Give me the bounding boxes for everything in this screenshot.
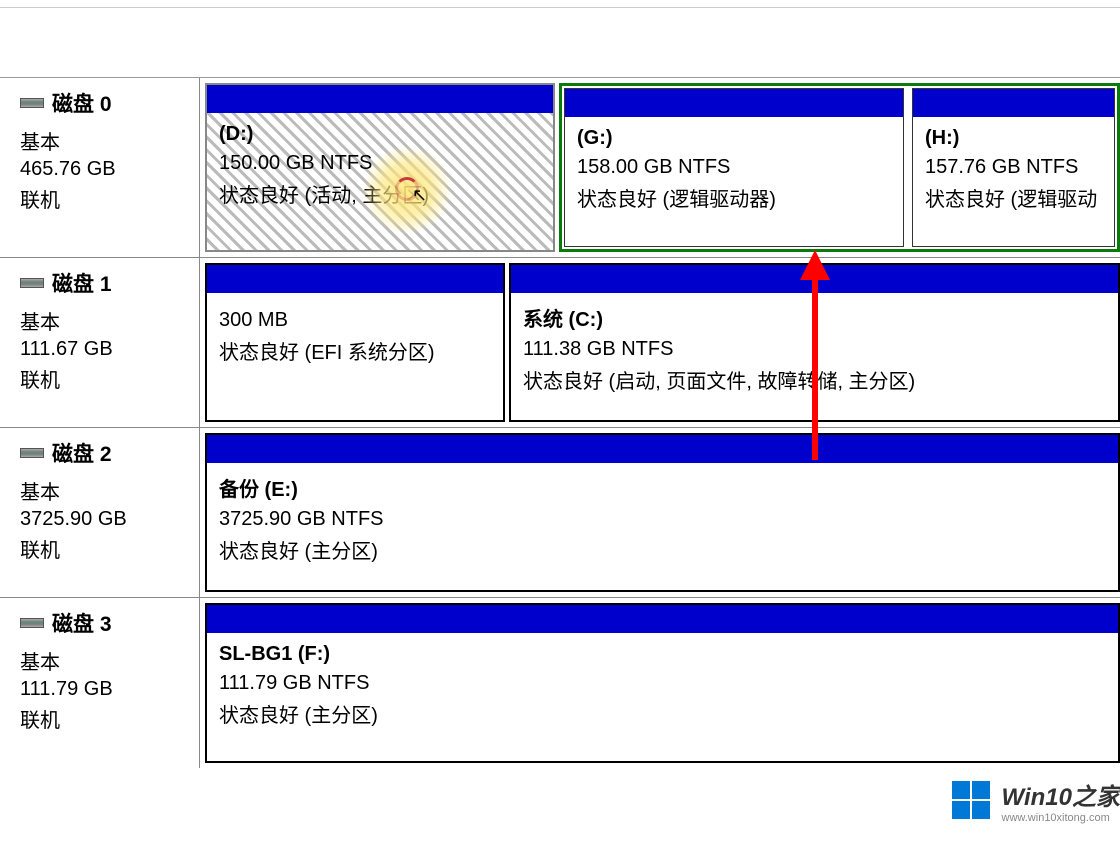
partition-size: 3725.90 GB NTFS [219,508,1106,531]
extended-partition-container: (G:) 158.00 GB NTFS 状态良好 (逻辑驱动器) (H:) 15… [559,83,1120,252]
disk-status-label: 联机 [20,534,183,563]
watermark-title: Win10之家 [1002,777,1120,812]
partition-status: 状态良好 (逻辑驱动 [925,183,1102,212]
partition-header-bar [207,435,1118,463]
partition-label: 备份 (E:) [219,473,1106,502]
disk-drive-icon [20,618,44,628]
partition-size: 150.00 GB NTFS [219,152,541,175]
partition-status: 状态良好 (主分区) [219,535,1106,564]
disk-size-label: 3725.90 GB [20,508,183,531]
disk-name: 磁盘 1 [52,268,112,298]
disk-row: 磁盘 1 基本 111.67 GB 联机 300 MB 状态良好 (EFI 系统… [0,258,1120,428]
partition-area: 300 MB 状态良好 (EFI 系统分区) 系统 (C:) 111.38 GB… [200,258,1120,427]
partition-area: 备份 (E:) 3725.90 GB NTFS 状态良好 (主分区) [200,428,1120,597]
disk-info-panel[interactable]: 磁盘 1 基本 111.67 GB 联机 [0,258,200,427]
disk-size-label: 111.79 GB [20,678,183,701]
disk-row: 磁盘 0 基本 465.76 GB 联机 (D:) 150.00 GB NTFS… [0,78,1120,258]
disk-type-label: 基本 [20,126,183,155]
header-area [0,8,1120,78]
partition-header-bar [207,265,503,293]
disk-status-label: 联机 [20,704,183,733]
disk-name: 磁盘 3 [52,608,112,638]
watermark-url: www.win10xitong.com [1002,812,1120,824]
partition-status: 状态良好 (主分区) [219,699,1106,728]
disk-list: 磁盘 0 基本 465.76 GB 联机 (D:) 150.00 GB NTFS… [0,78,1120,768]
partition-size: 157.76 GB NTFS [925,156,1102,179]
disk-drive-icon [20,448,44,458]
partition-d[interactable]: (D:) 150.00 GB NTFS 状态良好 (活动, 主分区) ↖ [205,83,555,252]
partition-status: 状态良好 (EFI 系统分区) [219,336,491,365]
disk-name: 磁盘 2 [52,438,112,468]
partition-label: (H:) [925,127,1102,150]
partition-status: 状态良好 (逻辑驱动器) [577,183,891,212]
partition-header-bar [207,605,1118,633]
partition-area: SL-BG1 (F:) 111.79 GB NTFS 状态良好 (主分区) [200,598,1120,768]
disk-type-label: 基本 [20,646,183,675]
disk-drive-icon [20,278,44,288]
partition-h[interactable]: (H:) 157.76 GB NTFS 状态良好 (逻辑驱动 [912,88,1115,247]
disk-type-label: 基本 [20,306,183,335]
disk-size-label: 111.67 GB [20,338,183,361]
partition-label: (D:) [219,123,541,146]
partition-status: 状态良好 (活动, 主分区) [219,179,541,208]
partition-header-bar [565,89,903,117]
partition-header-bar [207,85,553,113]
partition-e[interactable]: 备份 (E:) 3725.90 GB NTFS 状态良好 (主分区) [205,433,1120,592]
disk-info-panel[interactable]: 磁盘 3 基本 111.79 GB 联机 [0,598,200,768]
disk-status-label: 联机 [20,364,183,393]
disk-type-label: 基本 [20,476,183,505]
watermark: Win10之家 www.win10xitong.com [952,777,1120,824]
partition-g[interactable]: (G:) 158.00 GB NTFS 状态良好 (逻辑驱动器) [564,88,904,247]
disk-name: 磁盘 0 [52,88,112,118]
disk-status-label: 联机 [20,184,183,213]
partition-label: (G:) [577,127,891,150]
disk-drive-icon [20,98,44,108]
windows-logo-icon [952,781,992,821]
disk-size-label: 465.76 GB [20,158,183,181]
disk-info-panel[interactable]: 磁盘 0 基本 465.76 GB 联机 [0,78,200,257]
partition-size: 111.79 GB NTFS [219,672,1106,695]
partition-size: 300 MB [219,309,491,332]
partition-header-bar [913,89,1114,117]
disk-row: 磁盘 3 基本 111.79 GB 联机 SL-BG1 (F:) 111.79 … [0,598,1120,768]
partition-area: (D:) 150.00 GB NTFS 状态良好 (活动, 主分区) ↖ (G:… [200,78,1120,257]
annotation-arrow-icon [790,250,840,470]
disk-info-panel[interactable]: 磁盘 2 基本 3725.90 GB 联机 [0,428,200,597]
partition-efi[interactable]: 300 MB 状态良好 (EFI 系统分区) [205,263,505,422]
cursor-icon: ↖ [412,185,427,206]
partition-f[interactable]: SL-BG1 (F:) 111.79 GB NTFS 状态良好 (主分区) [205,603,1120,763]
disk-row: 磁盘 2 基本 3725.90 GB 联机 备份 (E:) 3725.90 GB… [0,428,1120,598]
partition-label: SL-BG1 (F:) [219,643,1106,666]
partition-size: 158.00 GB NTFS [577,156,891,179]
